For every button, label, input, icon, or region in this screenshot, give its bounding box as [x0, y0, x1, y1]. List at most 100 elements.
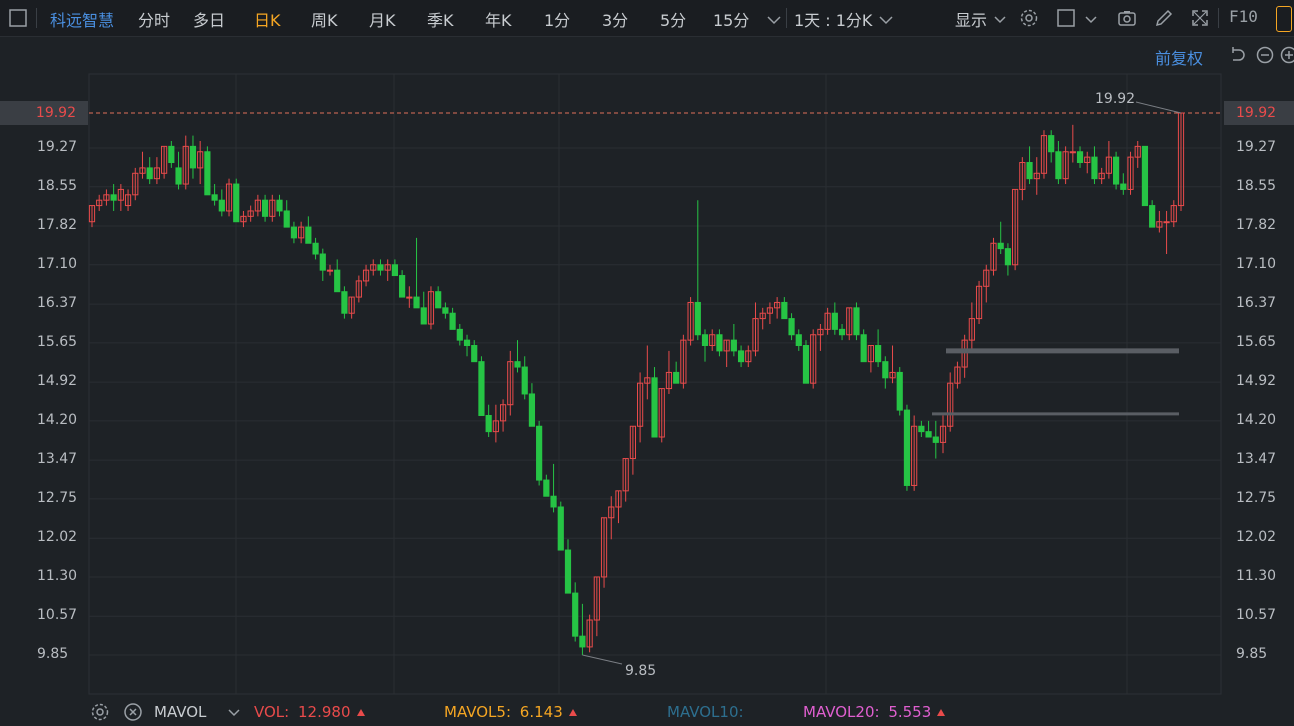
up-arrow-icon: [356, 709, 365, 716]
candle-body: [572, 592, 579, 637]
candle-body: [283, 210, 290, 228]
low-annotation-line: [582, 654, 623, 665]
up-arrow-icon: [937, 709, 946, 716]
price-axis-label-right: 17.82: [1236, 217, 1277, 234]
candle-body: [701, 334, 709, 347]
candle-body: [557, 506, 564, 551]
price-axis-label-right: 15.65: [1236, 333, 1277, 350]
candle-body: [420, 307, 427, 325]
candle-body: [579, 635, 586, 648]
candle-body: [204, 151, 211, 196]
price-axis-label-right: 14.20: [1236, 411, 1277, 428]
candle-body: [795, 334, 802, 347]
candle-body: [391, 264, 398, 277]
candle-body: [276, 199, 283, 212]
candle-body: [406, 296, 413, 299]
price-axis-label-left: 17.82: [37, 217, 78, 234]
candle-body: [471, 345, 478, 363]
chevron-down-icon[interactable]: [224, 702, 244, 722]
mavol5-value: 6.143: [519, 703, 563, 721]
candle-body: [233, 183, 240, 223]
close-icon[interactable]: [123, 702, 143, 722]
candle-body: [442, 307, 449, 314]
mavol5-key: MAVOL5:: [444, 703, 512, 721]
candle-body: [1163, 221, 1170, 224]
candle-body: [463, 339, 471, 347]
current-price-tag-left: 19.92: [0, 101, 88, 125]
price-axis-label-right: 17.10: [1236, 255, 1277, 272]
price-axis-label-left: 13.47: [37, 451, 78, 468]
candle-body: [543, 479, 550, 497]
candle-body: [449, 312, 456, 330]
candle-body: [319, 253, 326, 271]
candle-body: [189, 145, 197, 169]
candle-body: [1141, 145, 1149, 207]
candle-body: [334, 269, 341, 293]
price-axis-label-left: 14.92: [37, 373, 78, 390]
price-axis-label-right: 16.37: [1236, 295, 1277, 312]
price-axis-label-left: 19.27: [37, 138, 78, 155]
current-price-tag-right: 19.92: [1224, 101, 1294, 125]
price-axis-label-right: 11.30: [1236, 567, 1277, 584]
candle-body: [110, 194, 117, 201]
price-axis-label-left: 12.75: [37, 489, 78, 506]
candle-body: [918, 425, 925, 433]
candle-body: [218, 199, 225, 212]
candle-body: [399, 275, 406, 298]
gear-icon[interactable]: [90, 702, 110, 722]
candle-body: [175, 167, 182, 185]
candle-body: [1091, 156, 1098, 180]
candle-body: [673, 371, 680, 384]
price-axis-label-left: 15.65: [37, 333, 78, 350]
mavol10-key: MAVOL10:: [667, 703, 744, 721]
candle-body: [838, 328, 846, 336]
candle-body: [853, 307, 860, 336]
candle-body: [514, 361, 521, 368]
candle-body: [882, 361, 889, 379]
high-price-label: 19.92: [1095, 91, 1135, 107]
candle-body: [716, 334, 723, 352]
candle-body: [435, 291, 442, 309]
candle-body: [1004, 248, 1012, 266]
mavol-indicator-select[interactable]: MAVOL: [154, 703, 206, 721]
price-axis-label-right: 18.55: [1236, 177, 1277, 194]
low-price-label: 9.85: [625, 663, 656, 679]
candle-body: [788, 318, 795, 336]
candle-body: [168, 145, 175, 164]
candle-body: [925, 431, 932, 438]
candle-body: [485, 414, 492, 433]
price-axis-label-left: 16.37: [37, 295, 78, 312]
candle-body: [737, 350, 745, 363]
high-annotation-line: [1135, 101, 1182, 114]
candle-body: [456, 328, 463, 341]
mavol20-value: 5.553: [888, 703, 932, 721]
indicator-bar: MAVOL VOL: 12.980 MAVOL5: 6.143 MAVOL10:…: [0, 698, 1294, 726]
candlestick-chart[interactable]: 19.92 9.85: [0, 0, 1294, 726]
price-axis-label-right: 12.75: [1236, 489, 1277, 506]
mavol20-key: MAVOL20:: [803, 703, 880, 721]
candle-body: [341, 291, 348, 314]
candle-body: [997, 242, 1004, 250]
price-axis-label-left: 9.85: [37, 646, 69, 662]
price-axis-label-right: 10.57: [1236, 607, 1277, 624]
candle-body: [896, 371, 903, 411]
candle-body: [1076, 151, 1084, 164]
candle-body: [860, 334, 867, 363]
candle-body: [730, 339, 737, 352]
candle-body: [290, 226, 298, 239]
candle-body: [875, 345, 882, 363]
price-axis-label-left: 18.55: [37, 177, 78, 194]
price-axis-label-right: 13.47: [1236, 451, 1277, 468]
vol-reading: VOL: 12.980: [254, 703, 365, 721]
price-axis-label-left: 10.57: [37, 607, 78, 624]
candle-body: [312, 242, 319, 255]
candle-body: [1026, 162, 1033, 180]
price-axis-label-left: 12.02: [37, 529, 78, 546]
price-axis-label-right: 12.02: [1236, 529, 1277, 546]
candle-body: [521, 366, 528, 395]
candle-body: [305, 226, 312, 244]
candle-body: [1048, 135, 1055, 153]
mavol5-reading: MAVOL5: 6.143: [444, 703, 577, 721]
vol-value: 12.980: [298, 703, 351, 721]
candle-body: [478, 361, 485, 416]
